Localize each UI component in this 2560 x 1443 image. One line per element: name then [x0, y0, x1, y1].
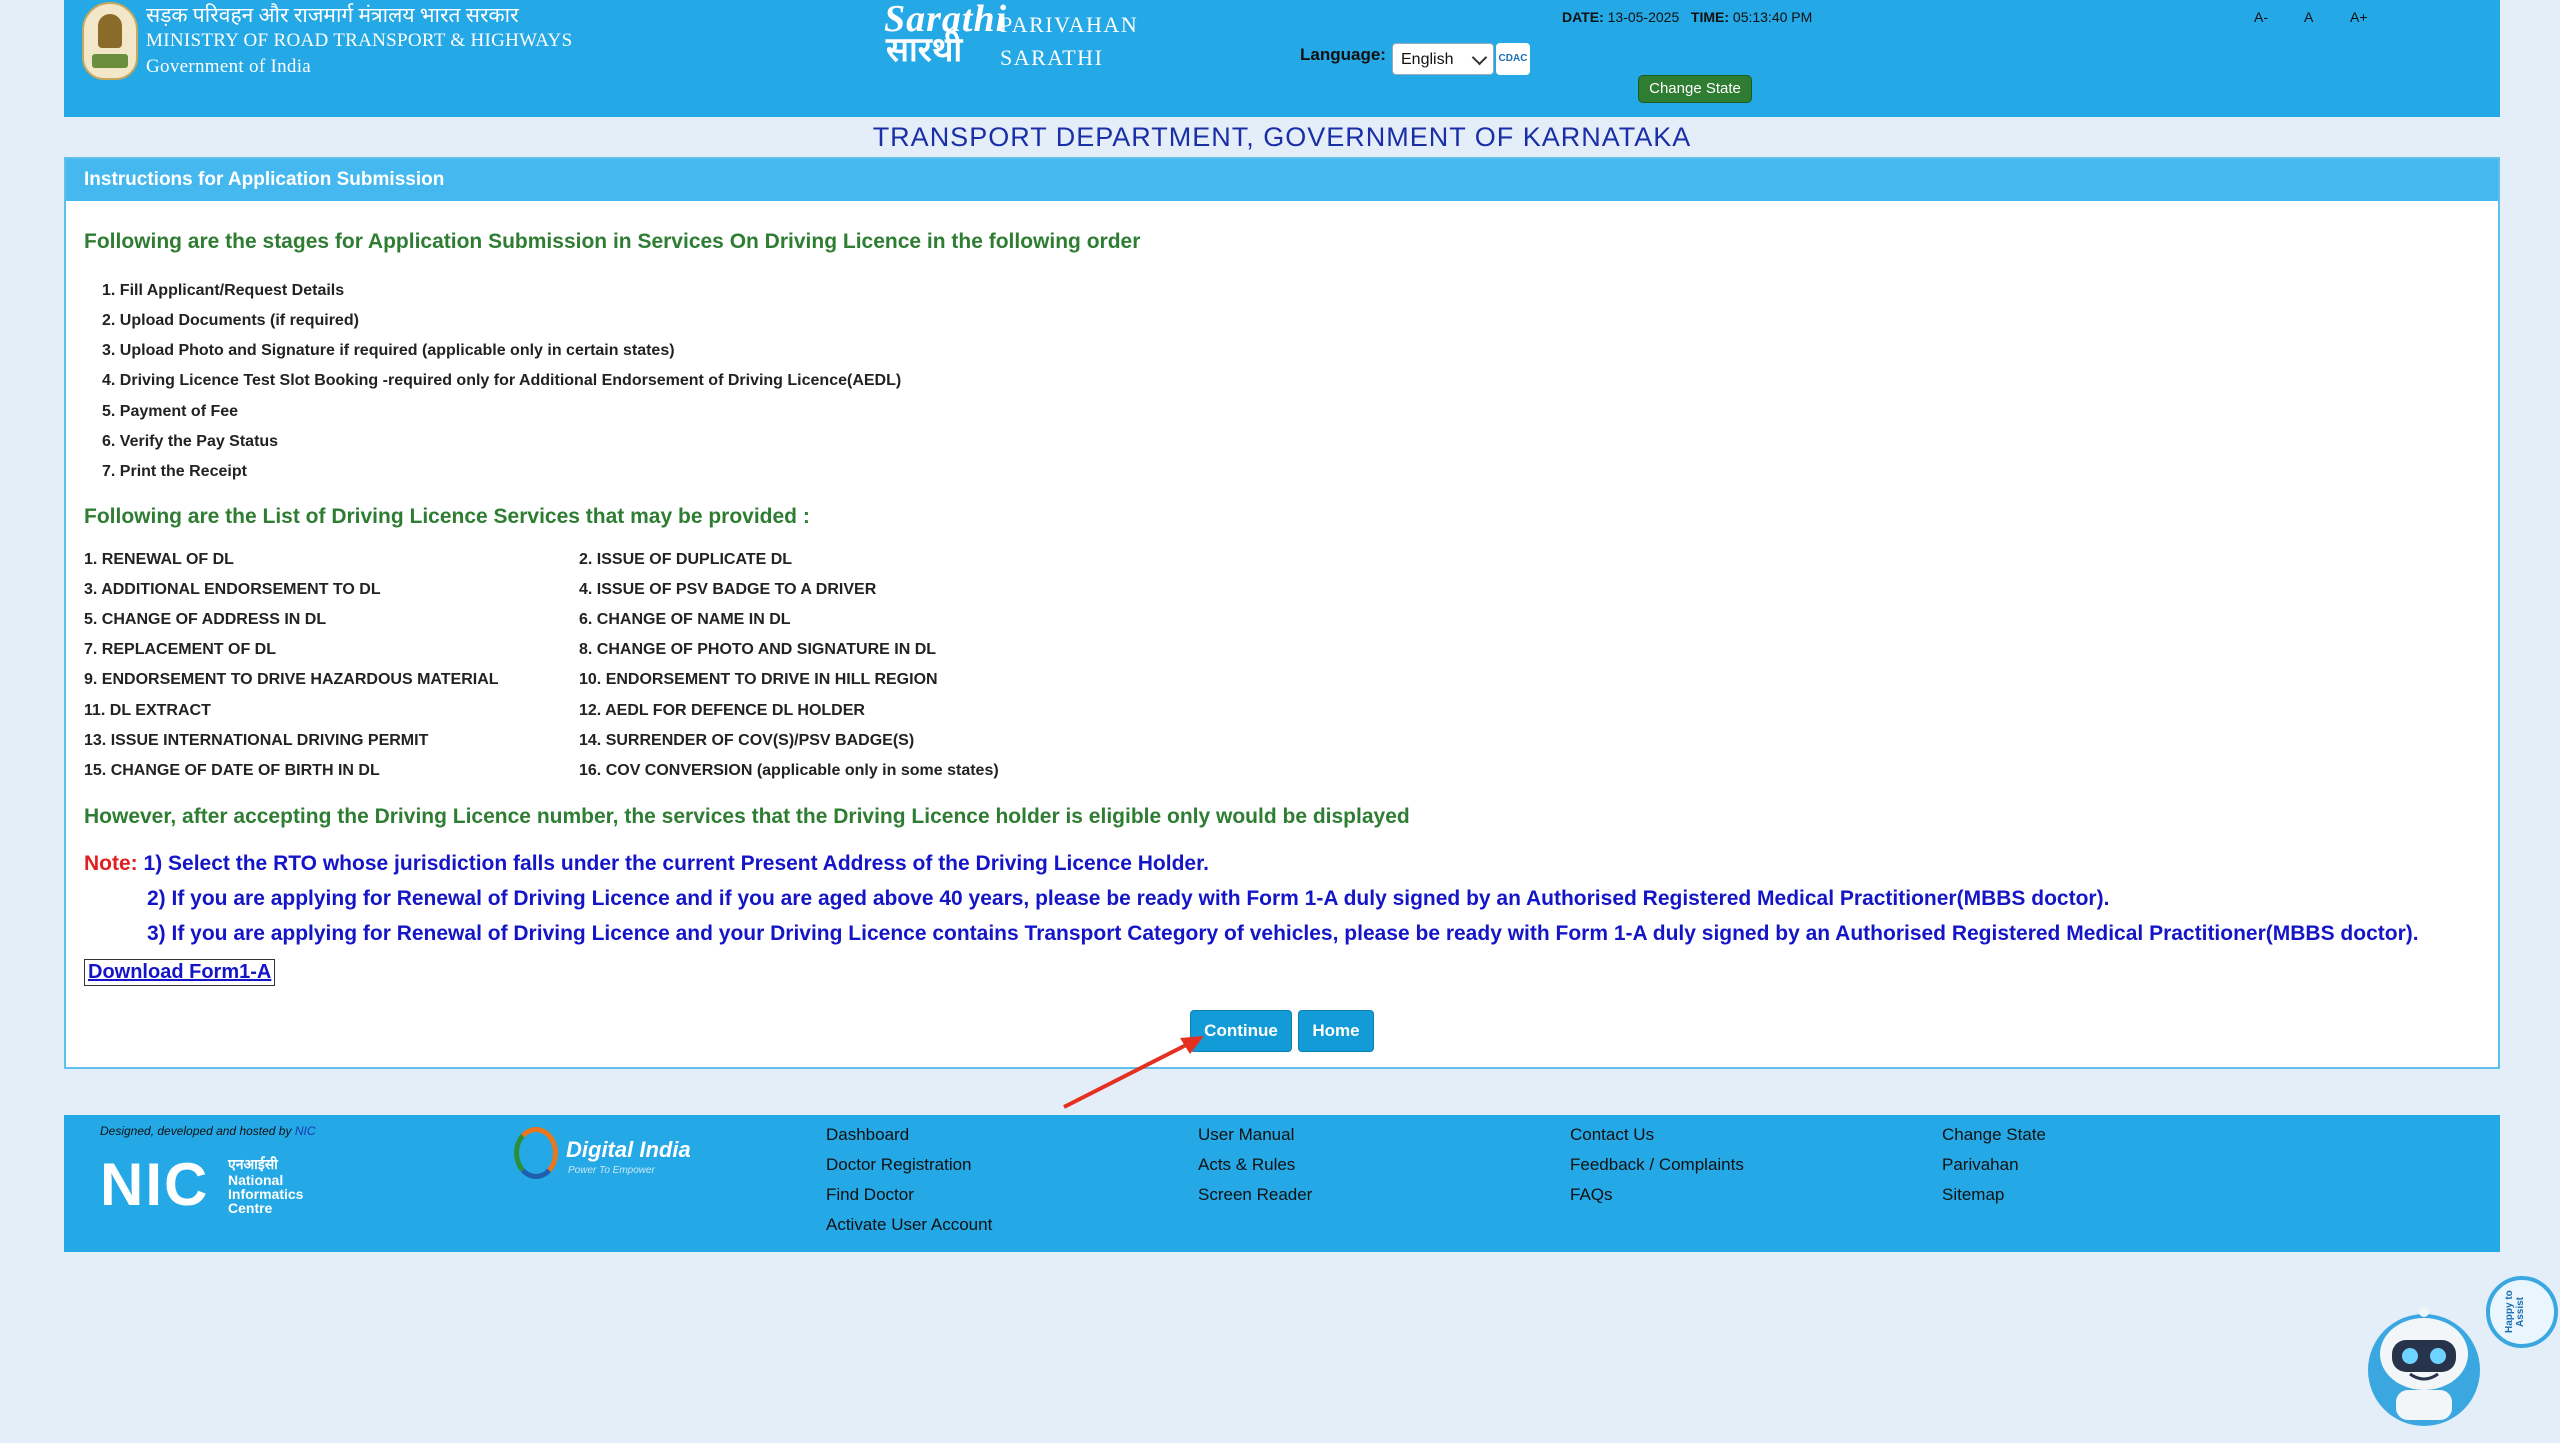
- language-select-value: English: [1401, 51, 1454, 68]
- national-emblem-icon: [82, 2, 138, 80]
- service-item: 2. ISSUE OF DUPLICATE DL: [579, 551, 793, 568]
- stage-item: 1. Fill Applicant/Request Details: [102, 282, 345, 299]
- chatbot-widget[interactable]: Happy to Assist: [2362, 1270, 2558, 1438]
- note-label: Note:: [84, 852, 138, 875]
- sarathi-script-hindi: सारथी: [886, 32, 963, 69]
- service-item: 15. CHANGE OF DATE OF BIRTH IN DL: [84, 762, 380, 779]
- designed-by-text: Designed, developed and hosted by NIC: [100, 1124, 316, 1138]
- footer-link-sitemap[interactable]: Sitemap: [1942, 1185, 2004, 1205]
- download-form1a-link[interactable]: Download Form1-A: [84, 959, 276, 986]
- stage-item: 7. Print the Receipt: [102, 463, 247, 480]
- stage-item: 3. Upload Photo and Signature if require…: [102, 342, 675, 359]
- service-item: 5. CHANGE OF ADDRESS IN DL: [84, 611, 327, 628]
- cdac-logo: CDAC: [1496, 43, 1530, 75]
- home-button[interactable]: Home: [1298, 1010, 1374, 1052]
- footer-link-feedback[interactable]: Feedback / Complaints: [1570, 1155, 1744, 1175]
- site-header: सड़क परिवहन और राजमार्ग मंत्रालय भारत सर…: [64, 0, 2500, 117]
- designed-label: Designed, developed and hosted by: [100, 1124, 292, 1138]
- digital-india-logo: Digital India Power To Empower: [514, 1127, 694, 1187]
- language-select[interactable]: English: [1392, 43, 1494, 75]
- ministry-english: MINISTRY OF ROAD TRANSPORT & HIGHWAYS: [146, 30, 573, 51]
- stage-item: 4. Driving Licence Test Slot Booking -re…: [102, 372, 902, 389]
- nic-logo: NIC एनआईसी National Informatics Centre: [100, 1153, 320, 1217]
- footer-link-screen-reader[interactable]: Screen Reader: [1198, 1185, 1312, 1205]
- service-item: 16. COV CONVERSION (applicable only in s…: [579, 762, 999, 779]
- footer-link-change-state[interactable]: Change State: [1942, 1125, 2046, 1145]
- footer-link-dashboard[interactable]: Dashboard: [826, 1125, 909, 1145]
- note-text-1: 1) Select the RTO whose jurisdiction fal…: [143, 852, 1209, 875]
- digital-india-tagline: Power To Empower: [568, 1165, 655, 1176]
- stages-heading: Following are the stages for Application…: [84, 230, 1141, 253]
- date-label: DATE:: [1562, 9, 1604, 25]
- footer-link-activate-user-account[interactable]: Activate User Account: [826, 1215, 992, 1235]
- sarathi-text: SARATHI: [1000, 45, 1104, 70]
- font-decrease-button[interactable]: A-: [2254, 9, 2268, 25]
- chevron-down-icon: [1471, 49, 1488, 66]
- service-item: 11. DL EXTRACT: [84, 702, 211, 719]
- time-value: 05:13:40 PM: [1732, 9, 1813, 25]
- service-item: 8. CHANGE OF PHOTO AND SIGNATURE IN DL: [579, 641, 937, 658]
- footer-link-user-manual[interactable]: User Manual: [1198, 1125, 1294, 1145]
- panel-heading: Instructions for Application Submission: [66, 159, 2498, 201]
- note-line-2: 2) If you are applying for Renewal of Dr…: [147, 887, 2110, 910]
- footer-link-faqs[interactable]: FAQs: [1570, 1185, 1613, 1205]
- service-item: 7. REPLACEMENT OF DL: [84, 641, 277, 658]
- stage-item: 5. Payment of Fee: [102, 403, 239, 420]
- service-item: 6. CHANGE OF NAME IN DL: [579, 611, 791, 628]
- chatbot-bubble-text: Happy to Assist: [2504, 1290, 2526, 1334]
- service-item: 10. ENDORSEMENT TO DRIVE IN HILL REGION: [579, 671, 938, 688]
- time-label: TIME:: [1690, 9, 1730, 25]
- font-normal-button[interactable]: A: [2304, 9, 2313, 25]
- nic-logo-hindi: एनआईसी: [228, 1156, 278, 1172]
- site-footer: Designed, developed and hosted by NIC NI…: [64, 1115, 2500, 1252]
- service-item: 13. ISSUE INTERNATIONAL DRIVING PERMIT: [84, 732, 429, 749]
- font-increase-button[interactable]: A+: [2350, 9, 2368, 25]
- note-line-1: Note: 1) Select the RTO whose jurisdicti…: [84, 852, 1209, 876]
- footer-link-doctor-registration[interactable]: Doctor Registration: [826, 1155, 972, 1175]
- footer-link-contact-us[interactable]: Contact Us: [1570, 1125, 1654, 1145]
- date-value: 13-05-2025: [1607, 9, 1680, 25]
- sarathi-script: Sarathi: [884, 0, 1008, 40]
- instructions-panel: Instructions for Application Submission …: [64, 157, 2500, 1069]
- digital-india-icon: [514, 1127, 558, 1179]
- ministry-block: सड़क परिवहन और राजमार्ग मंत्रालय भारत सर…: [146, 2, 572, 80]
- service-item: 14. SURRENDER OF COV(S)/PSV BADGE(S): [579, 732, 915, 749]
- services-heading: Following are the List of Driving Licenc…: [84, 505, 810, 528]
- nic-logo-full: National Informatics Centre: [228, 1172, 304, 1216]
- service-item: 1. RENEWAL OF DL: [84, 551, 234, 568]
- note-line-3: 3) If you are applying for Renewal of Dr…: [147, 922, 2419, 945]
- service-item: 3. ADDITIONAL ENDORSEMENT TO DL: [84, 581, 381, 598]
- language-label: Language:: [1300, 45, 1386, 64]
- nic-logo-text: NIC: [100, 1151, 210, 1218]
- service-item: 12. AEDL FOR DEFENCE DL HOLDER: [579, 702, 865, 719]
- designed-by-link[interactable]: NIC: [295, 1124, 316, 1138]
- government-of-india: Government of India: [146, 56, 312, 77]
- service-item: 4. ISSUE OF PSV BADGE TO A DRIVER: [579, 581, 877, 598]
- department-title: TRANSPORT DEPARTMENT, GOVERNMENT OF KARN…: [872, 122, 1692, 152]
- digital-india-text: Digital India: [566, 1137, 691, 1162]
- service-item: 9. ENDORSEMENT TO DRIVE HAZARDOUS MATERI…: [84, 671, 499, 688]
- change-state-button[interactable]: Change State: [1638, 75, 1752, 103]
- date-time: DATE: 13-05-2025 TIME: 05:13:40 PM: [1562, 9, 1812, 25]
- stage-item: 6. Verify the Pay Status: [102, 433, 279, 450]
- parivahan-text: PARIVAHAN: [1000, 12, 1139, 37]
- footer-link-parivahan[interactable]: Parivahan: [1942, 1155, 2019, 1175]
- footer-link-find-doctor[interactable]: Find Doctor: [826, 1185, 914, 1205]
- continue-button[interactable]: Continue: [1190, 1010, 1292, 1052]
- stage-item: 2. Upload Documents (if required): [102, 312, 359, 329]
- footer-link-acts-rules[interactable]: Acts & Rules: [1198, 1155, 1295, 1175]
- ministry-hindi: सड़क परिवहन और राजमार्ग मंत्रालय भारत सर…: [146, 3, 519, 27]
- eligibility-text: However, after accepting the Driving Lic…: [84, 805, 1410, 828]
